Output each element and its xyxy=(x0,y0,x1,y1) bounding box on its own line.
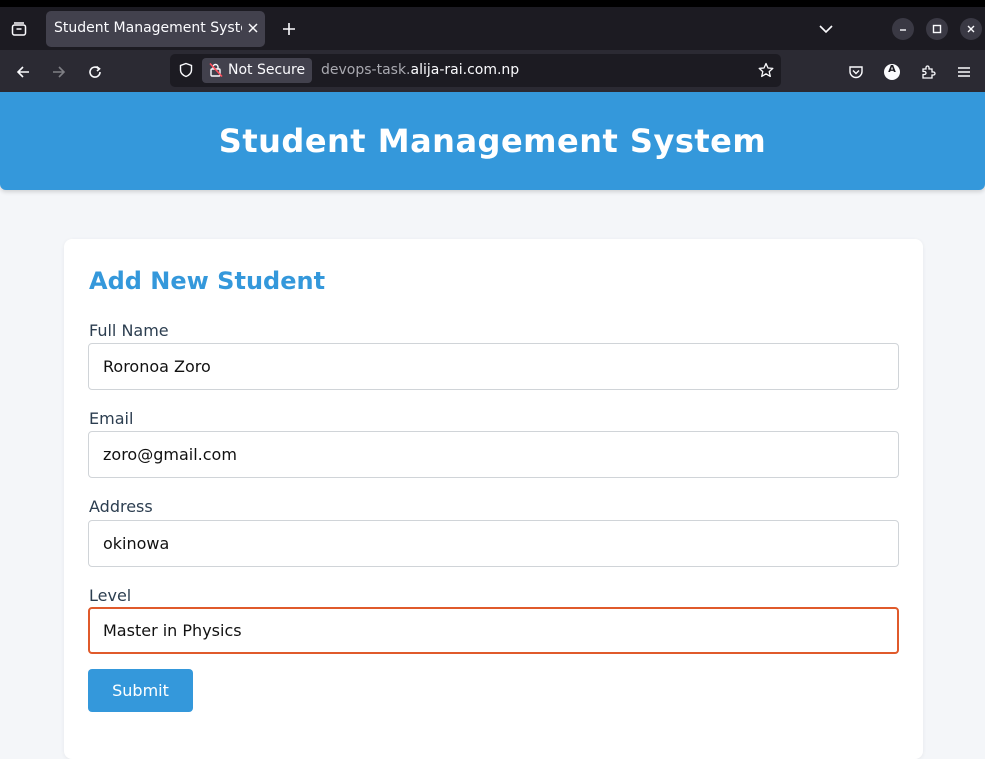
address-input[interactable]: okinowa xyxy=(88,520,899,567)
insecure-lock-icon xyxy=(209,62,223,82)
full-name-input[interactable]: Roronoa Zoro xyxy=(88,343,899,390)
shield-icon[interactable] xyxy=(173,57,199,83)
window-close-icon[interactable] xyxy=(960,18,982,40)
browser-tab-bar: Student Management System xyxy=(0,0,985,50)
url-domain: alija-rai.com.np xyxy=(410,62,520,78)
browser-nav-bar: Not Secure devops-task.alija-rai.com.np … xyxy=(0,50,985,92)
level-input[interactable]: Master in Physics xyxy=(88,607,899,654)
form-heading: Add New Student xyxy=(89,267,326,295)
new-tab-icon[interactable] xyxy=(277,17,301,41)
extensions-puzzle-icon[interactable] xyxy=(915,59,941,85)
forward-arrow-icon[interactable] xyxy=(46,59,72,85)
address-bar[interactable]: Not Secure devops-task.alija-rai.com.np xyxy=(170,54,781,87)
security-label: Not Secure xyxy=(228,62,306,78)
level-label: Level xyxy=(89,586,132,605)
not-secure-badge[interactable]: Not Secure xyxy=(202,58,312,83)
window-top-strip xyxy=(0,0,985,7)
menu-hamburger-icon[interactable] xyxy=(951,59,977,85)
url-text[interactable]: devops-task.alija-rai.com.np xyxy=(321,62,519,78)
pocket-icon[interactable] xyxy=(843,59,869,85)
chevron-down-icon[interactable] xyxy=(814,18,838,40)
reload-icon[interactable] xyxy=(82,59,108,85)
tab-title: Student Management System xyxy=(54,20,242,36)
address-label: Address xyxy=(89,497,153,516)
email-label: Email xyxy=(89,409,134,428)
url-subdomain: devops-task. xyxy=(321,62,411,78)
site-title: Student Management System xyxy=(218,122,767,160)
account-avatar-icon[interactable]: A xyxy=(879,59,905,85)
email-input[interactable]: zoro@gmail.com xyxy=(88,431,899,478)
add-student-card: Add New Student Full Name Roronoa Zoro E… xyxy=(64,239,923,759)
tab-list-icon[interactable] xyxy=(6,16,32,42)
bookmark-star-icon[interactable] xyxy=(753,57,779,83)
site-header: Student Management System xyxy=(0,92,985,190)
active-tab[interactable]: Student Management System xyxy=(46,11,265,47)
account-initial: A xyxy=(888,64,896,75)
page-content: Student Management System Add New Studen… xyxy=(0,92,985,759)
full-name-label: Full Name xyxy=(89,321,169,340)
tab-close-icon[interactable] xyxy=(244,19,262,37)
maximize-icon[interactable] xyxy=(926,18,948,40)
submit-button[interactable]: Submit xyxy=(88,669,193,712)
minimize-icon[interactable] xyxy=(892,18,914,40)
back-arrow-icon[interactable] xyxy=(10,59,36,85)
